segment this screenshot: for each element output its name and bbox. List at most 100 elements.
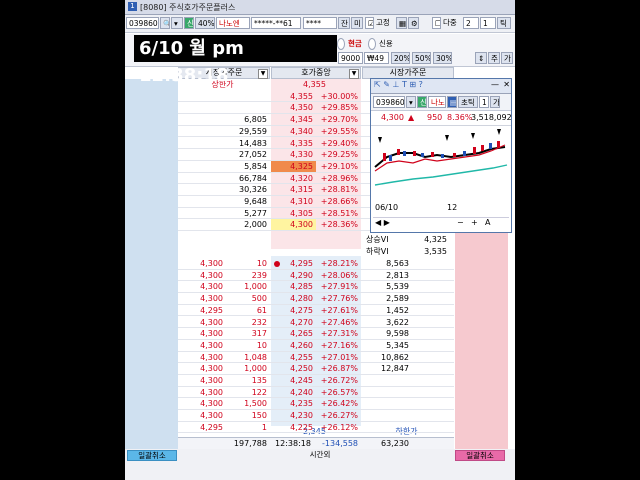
balance-button[interactable]: 잔 [338,17,350,29]
bid-row[interactable]: 4,300 1,000 4,285 +27.91% 5,539 [178,281,454,294]
font-size-icon[interactable]: A [485,218,490,227]
bid-row[interactable]: 4,300 10 4,260 +27.16% 5,345 [178,340,454,352]
bid-row[interactable]: 4,300 232 4,270 +27.46% 3,622 [178,317,454,329]
bid-row[interactable]: 4,300 500 4,280 +27.76% 2,589 [178,293,454,305]
account-select[interactable]: *****-**61 [251,17,301,29]
bid-price[interactable]: 4,250 [271,363,316,374]
new-badge[interactable]: 신 [184,17,194,29]
exec-price: 4,300 [200,399,223,409]
bid-price[interactable]: 4,285 [271,281,316,292]
multi-count-select[interactable]: 2 [463,17,479,29]
bid-price[interactable]: 4,230 [271,410,316,421]
won-input[interactable]: ₩49 [364,52,389,64]
bid-row[interactable]: 4,300 122 4,240 +26.57% [178,387,454,399]
bid-row[interactable]: 4,300 1,500 4,235 +26.42% [178,398,454,411]
bid-price[interactable]: 4,290 [271,270,316,281]
popup-tick-axis: 12 [447,203,458,212]
count-select[interactable]: 1 [480,17,496,29]
dropdown-icon[interactable]: ▾ [171,17,183,29]
stock-code-input[interactable]: 039860 [126,17,159,29]
search-icon[interactable]: 🔍 [160,17,170,29]
close-icon[interactable]: ✕ [503,80,510,89]
tick-button[interactable]: 틱 [497,17,511,29]
chevron-down-icon[interactable]: ▼ [349,69,359,79]
popup-tick-count[interactable]: 1 [479,96,489,108]
bid-row[interactable]: 4,300 135 4,245 +26.72% [178,375,454,387]
bid-price[interactable]: 4,245 [271,375,316,386]
mini-chart-popup[interactable]: ⇱ ✎ ⊥ T ⊞ ? — ✕ 039860 ▾ 신 나노 ▤ 초틱 1 가 4… [370,78,512,233]
popup-tool-icons[interactable]: ⇱ ✎ ⊥ T ⊞ ? [374,80,423,89]
ask-price[interactable]: 4,300 [271,219,316,231]
ask-pct: +28.96% [320,173,358,183]
exec-price: 4,300 [200,352,223,362]
center-header[interactable]: 호가중앙 ▼ [271,67,361,79]
bid-price[interactable]: 4,240 [271,387,316,398]
multi-checkbox[interactable]: ☐ [432,17,441,29]
cash-radio[interactable] [337,38,345,50]
bid-row[interactable]: 4,295 1 4,225 +26.12% [178,422,454,434]
cancel-all-left-button[interactable]: 일괄취소 [127,450,177,461]
order-button[interactable]: 주 [488,52,500,64]
zoom-in-icon[interactable]: + [471,218,478,227]
bid-row[interactable]: 4,300 10 4,295 +28.21% 8,563 [178,258,454,270]
bid-price[interactable]: 4,260 [271,340,316,351]
ask-price[interactable]: 4,315 [271,184,316,195]
credit-label: 신용 [379,39,393,48]
ask-qty: 29,559 [239,126,267,136]
bid-price[interactable]: 4,235 [271,398,316,409]
bid-price[interactable]: 4,275 [271,305,316,316]
scroll-icon[interactable]: ◀ ▶ [375,218,390,227]
popup-dropdown-icon[interactable]: ▾ [406,96,416,108]
bid-price[interactable]: 4,255 [271,352,316,363]
spin-button[interactable]: ⇕ [475,52,487,64]
bid-pct: +26.72% [320,376,358,385]
ask-qty: 5,854 [244,161,267,171]
credit-radio[interactable] [368,38,376,50]
bid-qty: 3,622 [386,317,409,327]
minimize-icon[interactable]: — [491,80,499,89]
ask-price[interactable]: 4,310 [271,196,316,207]
pct-50-button[interactable]: 50% [412,52,431,64]
pct-button[interactable]: 40% [195,17,215,29]
ask-price[interactable]: 4,345 [271,114,316,125]
bid-row[interactable]: 4,300 239 4,290 +28.06% 2,813 [178,270,454,282]
ask-price[interactable]: 4,350 [271,102,316,113]
quantity-input[interactable]: 9000 [338,52,363,64]
bid-price[interactable]: 4,270 [271,317,316,328]
fix-checkbox[interactable]: ☑ [365,17,374,29]
ask-price[interactable]: 4,355 [271,91,316,102]
pct-30-button[interactable]: 30% [433,52,452,64]
popup-date: 06/10 [375,203,399,212]
popup-tick-icon[interactable]: ▤ [447,96,457,108]
bid-row[interactable]: 4,300 317 4,265 +27.31% 9,598 [178,328,454,340]
ask-price[interactable]: 4,340 [271,126,316,137]
popup-code-input[interactable]: 039860 [373,96,405,108]
zoom-out-icon[interactable]: − [457,218,464,227]
bid-price[interactable]: 4,265 [271,328,316,339]
bid-row[interactable]: 4,295 61 4,275 +27.61% 1,452 [178,305,454,317]
chevron-down-icon[interactable]: ▼ [258,69,268,79]
bid-row[interactable]: 4,300 1,048 4,255 +27.01% 10,862 [178,352,454,364]
buy-order-column[interactable] [125,79,178,449]
ask-price[interactable]: 4,325 [271,160,316,172]
bid-row[interactable]: 4,300 1,000 4,250 +26.87% 12,847 [178,363,454,375]
cancel-all-right-button[interactable]: 일괄취소 [455,450,505,461]
unfilled-button[interactable]: 미 [351,17,363,29]
popup-ticks-label[interactable]: 초틱 [458,96,478,108]
popup-ga-button[interactable]: 가 [490,96,500,108]
popup-bottom-tools[interactable]: ◀ ▶ − + A [373,217,509,230]
chart-icon[interactable]: ▦ [396,17,407,29]
bid-row[interactable]: 4,300 150 4,230 +26.27% [178,410,454,422]
ga-button[interactable]: 가 [501,52,513,64]
bid-price[interactable]: 4,280 [271,293,316,304]
ask-price[interactable]: 4,305 [271,208,316,219]
ask-price[interactable]: 4,335 [271,138,316,149]
ask-price[interactable]: 4,330 [271,149,316,160]
settings-icon[interactable]: ⚙ [408,17,419,29]
bid-pct: +28.06% [320,270,358,280]
ask-price[interactable]: 4,320 [271,173,316,184]
password-input[interactable]: **** [303,17,337,29]
bid-price[interactable]: 4,225 [271,422,316,433]
exec-volume: 1,500 [244,399,267,409]
pct-20-button[interactable]: 20% [391,52,410,64]
